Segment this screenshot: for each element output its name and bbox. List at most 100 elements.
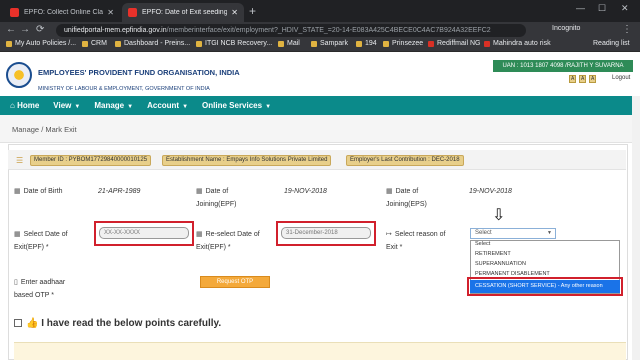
close-window-button[interactable]: ✕ (621, 3, 629, 14)
close-tab-icon[interactable]: ✕ (107, 8, 114, 17)
breadcrumb-mark-exit: Mark Exit (45, 125, 77, 134)
menu-online-services[interactable]: Online Services ▼ (202, 101, 271, 110)
browser-tab-strip: EPFO: Collect Online Claim Reque ✕ EPFO:… (0, 0, 640, 22)
doj-epf-value: 19-NOV-2018 (284, 188, 327, 195)
menu-account[interactable]: Account ▼ (147, 101, 188, 110)
tab-title: EPFO: Collect Online Claim Reque (24, 9, 103, 16)
address-bar-row: ← → ⟳ unifiedportal-mem.epfindia.gov.in/… (0, 22, 640, 39)
minimize-button[interactable]: — (576, 3, 585, 13)
reason-option[interactable]: SUPERANNUATION (475, 261, 526, 267)
calendar-icon: ▦ (196, 231, 203, 238)
bookmarks-bar: My Auto Policies /... CRM Dashboard - Pr… (0, 39, 640, 52)
close-tab-icon[interactable]: ✕ (231, 8, 238, 17)
url-path: /memberinterface/exit/employment?_HDIV_S… (166, 27, 491, 34)
logout-link[interactable]: Logout (612, 75, 630, 81)
bookmark-item[interactable]: Dashboard - Preins... (115, 40, 190, 47)
agree-checkbox[interactable] (14, 319, 22, 328)
annotation-box-cessation (467, 277, 623, 296)
doj-epf-label: ▦ Date of Joining(EPF) (196, 188, 237, 208)
reselect-date-label: ▦ Re-select Date of Exit(EPF) * (196, 231, 260, 251)
ministry-name: MINISTRY OF LABOUR & EMPLOYMENT, GOVERNM… (38, 86, 210, 92)
breadcrumb-separator: / (41, 125, 44, 134)
font-size-decrease[interactable]: A (569, 75, 577, 83)
main-menu: ⌂ Home View ▼ Manage ▼ Account ▼ Online Ser… (0, 96, 632, 115)
incognito-indicator[interactable]: Incognito (552, 25, 580, 32)
epfo-favicon (10, 8, 19, 17)
back-icon[interactable]: ← (6, 24, 16, 35)
agree-checkbox-row[interactable]: 👍 I have read the below points carefully… (14, 318, 221, 329)
url-host: unifiedportal-mem.epfindia.gov.in (64, 27, 167, 34)
uan-banner: UAN : 1013 1807 4098 /RAJITH Y SUVARNA (493, 60, 633, 72)
member-info-bar: ☰ Member ID : PYBOM17729840000010125 Est… (8, 150, 626, 170)
calendar-icon: ▦ (386, 188, 393, 195)
chevron-down-icon: ▼ (547, 230, 552, 236)
establishment-badge: Establishment Name : Empays Info Solutio… (162, 155, 332, 166)
browser-tab-claim[interactable]: EPFO: Collect Online Claim Reque ✕ (4, 3, 120, 22)
org-name: EMPLOYEES' PROVIDENT FUND ORGANISATION, … (38, 68, 240, 77)
folder-icon (356, 40, 362, 47)
calendar-icon: ▦ (14, 188, 21, 195)
menu-manage[interactable]: Manage ▼ (94, 101, 133, 110)
caret-down-icon: ▼ (265, 104, 272, 110)
bookmark-item[interactable]: CRM (82, 40, 107, 47)
reload-icon[interactable]: ⟳ (36, 24, 44, 35)
font-size-increase[interactable]: A (589, 75, 597, 83)
reading-list[interactable]: Reading list (593, 40, 630, 47)
home-icon: ⌂ (10, 101, 18, 110)
epfo-favicon (128, 8, 137, 17)
bookmark-item[interactable]: My Auto Policies /... (6, 40, 76, 47)
browser-tab-date-of-exit[interactable]: EPFO: Date of Exit seeding by Me ✕ (122, 3, 244, 22)
folder-icon (383, 40, 389, 47)
doj-eps-label: ▦ Date of Joining(EPS) (386, 188, 427, 208)
exit-reason-select[interactable]: Select ▼ (470, 228, 556, 239)
new-tab-button[interactable]: + (249, 4, 256, 18)
calendar-icon: ▦ (14, 231, 21, 238)
calendar-icon: ▦ (196, 188, 203, 195)
folder-icon (6, 40, 12, 47)
exit-date-label: ▦ Select Date of Exit(EPF) * (14, 231, 68, 251)
menu-home[interactable]: ⌂ Home (10, 101, 39, 110)
folder-icon (278, 40, 284, 47)
reason-option[interactable]: Select (475, 241, 490, 247)
folder-icon (115, 40, 121, 47)
phone-icon: ▯ (14, 279, 18, 286)
rediff-icon (428, 40, 434, 47)
thumbs-up-icon: 👍 (26, 318, 42, 329)
aadhaar-otp-label: ▯ Enter aadhaar based OTP * (14, 279, 66, 299)
mahindra-icon (484, 40, 490, 47)
font-size-normal[interactable]: A (579, 75, 587, 83)
exit-icon: ↦ (386, 231, 392, 238)
bookmark-item[interactable]: Mail (278, 40, 300, 47)
arrow-down-annotation-icon: ⇩ (492, 207, 506, 224)
bookmark-item[interactable]: Sampark (311, 40, 348, 47)
page-scrollbar[interactable] (632, 96, 640, 360)
epfo-logo (6, 62, 32, 88)
breadcrumb: Manage / Mark Exit (0, 115, 632, 143)
bookmark-item[interactable]: Prinsezee (383, 40, 423, 47)
folder-icon (82, 40, 88, 47)
breadcrumb-manage[interactable]: Manage (12, 125, 39, 134)
site-header: EMPLOYEES' PROVIDENT FUND ORGANISATION, … (0, 52, 640, 98)
bookmark-item[interactable]: 194 (356, 40, 377, 47)
bookmark-item[interactable]: Mahindra auto risk (484, 40, 551, 47)
forward-icon[interactable]: → (20, 24, 30, 35)
reason-option[interactable]: RETIREMENT (475, 251, 511, 257)
list-icon: ☰ (16, 156, 24, 165)
caret-down-icon: ▼ (74, 104, 81, 110)
exit-date-input[interactable]: XX-XX-XXXX (99, 227, 189, 239)
bookmark-item[interactable]: ITGI NCB Recovery... (196, 40, 272, 47)
instructions-box (14, 342, 626, 360)
caret-down-icon: ▼ (127, 104, 134, 110)
member-id-badge: Member ID : PYBOM17729840000010125 (30, 155, 152, 166)
folder-icon (196, 40, 202, 47)
agree-text: I have read the below points carefully. (41, 318, 222, 329)
folder-icon (311, 40, 317, 47)
url-field[interactable]: unifiedportal-mem.epfindia.gov.in/member… (56, 24, 526, 37)
reselect-date-input[interactable]: 31-December-2018 (281, 227, 371, 239)
request-otp-button[interactable]: Request OTP (200, 276, 270, 288)
caret-down-icon: ▼ (182, 104, 189, 110)
maximize-button[interactable]: ☐ (598, 3, 606, 14)
bookmark-item[interactable]: Rediffmail NG (428, 40, 480, 47)
menu-icon[interactable]: ⋮ (622, 24, 632, 35)
menu-view[interactable]: View ▼ (53, 101, 80, 110)
